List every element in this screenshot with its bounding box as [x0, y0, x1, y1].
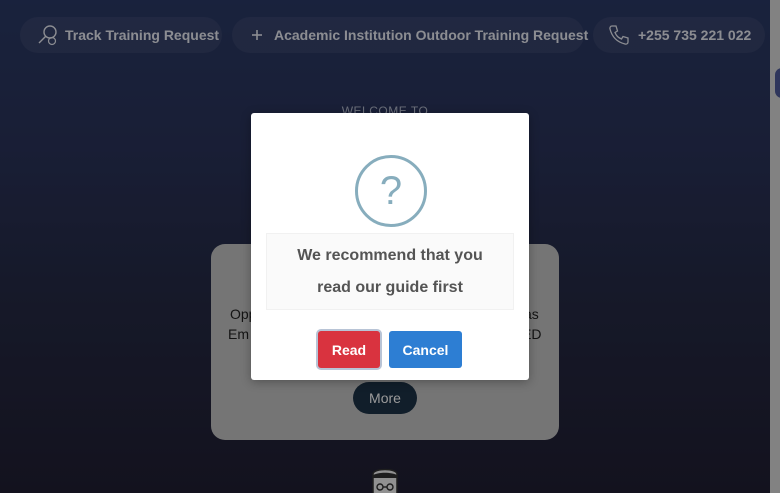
guide-dialog: ? We recommend that you read our guide f…: [251, 113, 529, 380]
dialog-message: We recommend that you read our guide fir…: [266, 233, 514, 310]
question-icon: ?: [355, 155, 427, 227]
cancel-button[interactable]: Cancel: [389, 331, 462, 368]
read-button[interactable]: Read: [318, 331, 380, 368]
